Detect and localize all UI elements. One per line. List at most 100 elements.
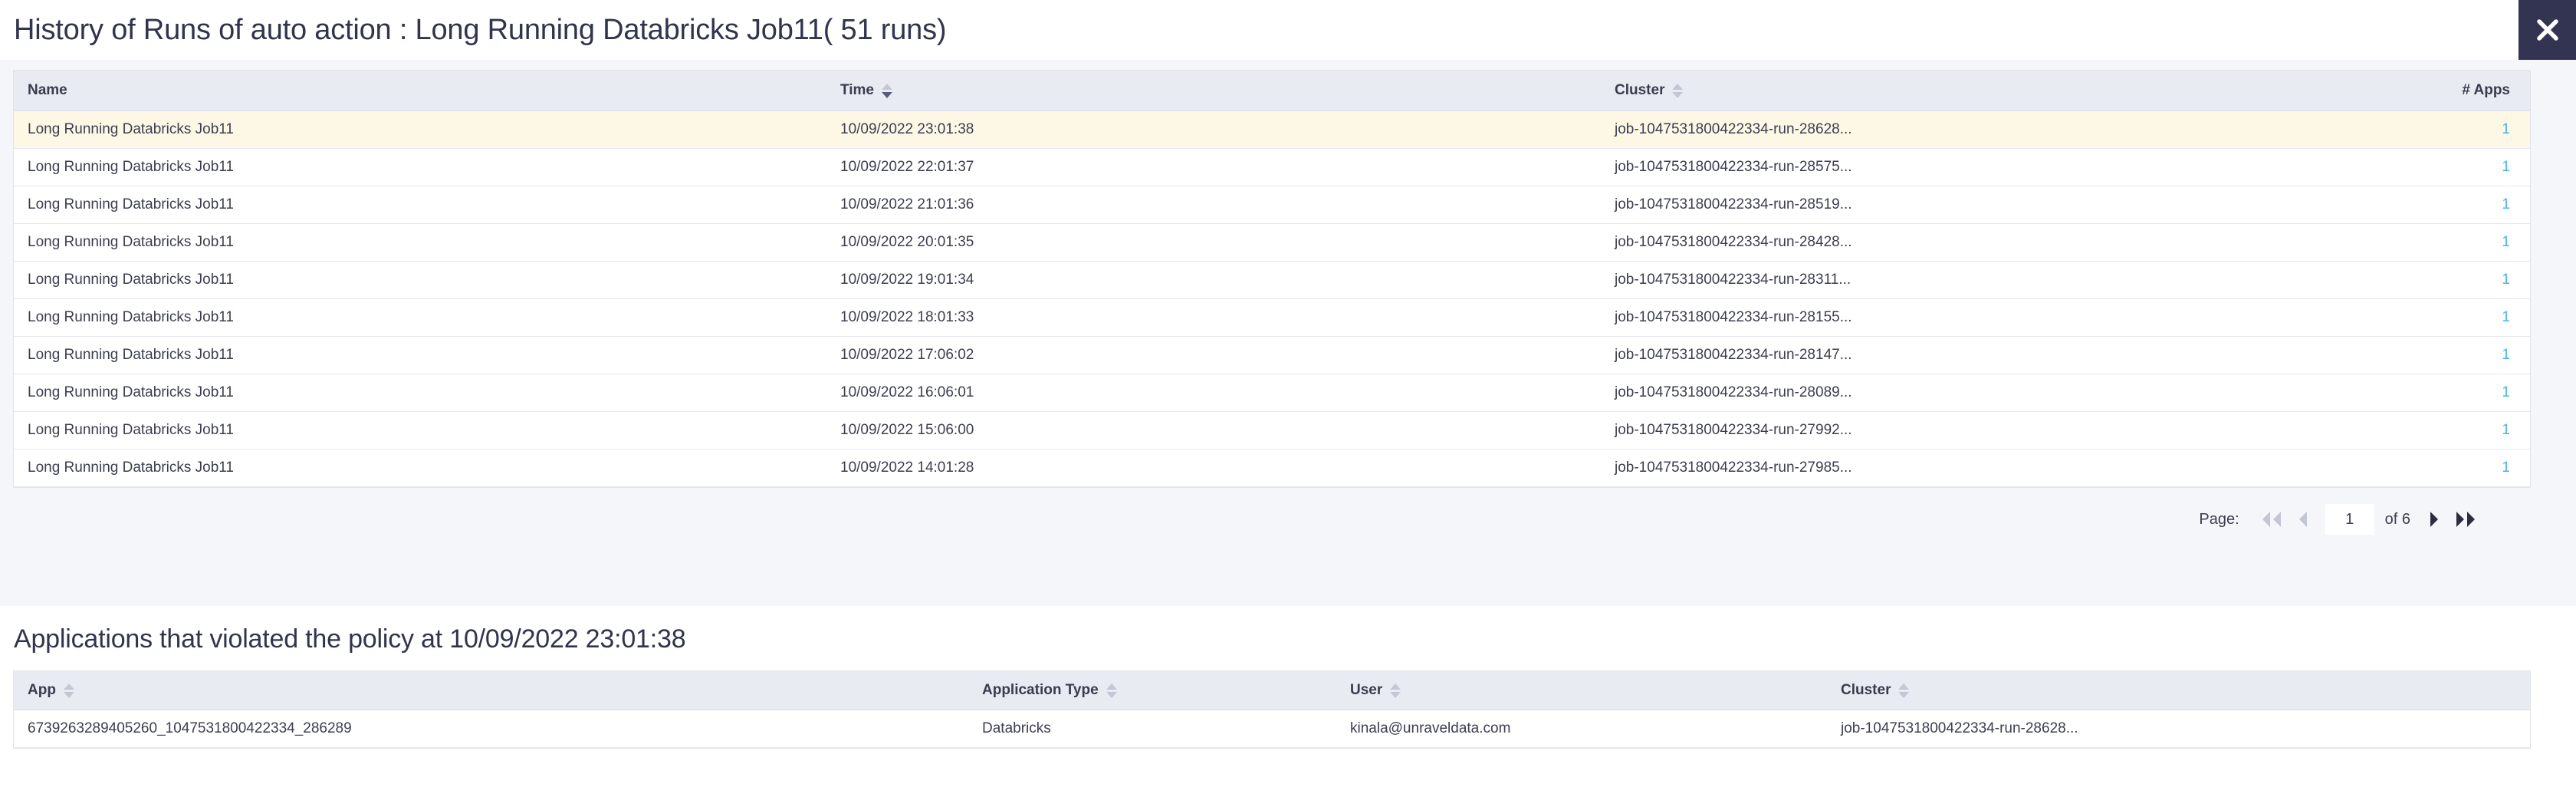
section-title: Applications that violated the policy at… [14,624,686,654]
cell-application-type: Databricks [968,710,1336,748]
column-header-apps-cluster[interactable]: Cluster [1827,671,2530,710]
run-history-dialog: History of Runs of auto action : Long Ru… [0,0,2576,606]
column-header-user[interactable]: User [1336,671,1827,710]
sort-icon-user[interactable] [1390,683,1401,698]
page-title: History of Runs of auto action : Long Ru… [14,13,947,46]
column-header-apps-label: # Apps [2462,82,2510,98]
table-row[interactable]: Long Running Databricks Job11 10/09/2022… [14,374,2530,412]
cell-apps: 1 [2260,110,2530,149]
double-chevron-right-icon [2454,510,2477,529]
chevron-right-icon [2428,510,2440,529]
prev-page-button[interactable] [2290,510,2316,529]
cell-apps: 1 [2260,411,2530,450]
column-header-time-label: Time [840,82,875,98]
column-header-name-label: Name [28,82,67,98]
cell-time: 10/09/2022 22:01:37 [826,148,1601,186]
sort-icon-time[interactable] [882,83,893,98]
apps-count-link[interactable]: 1 [2502,159,2510,175]
cell-time: 10/09/2022 20:01:35 [826,223,1601,262]
cell-time: 10/09/2022 18:01:33 [826,298,1601,337]
cell-cluster: job-1047531800422334-run-28628... [1601,110,2260,149]
sort-icon-app[interactable] [63,683,74,698]
table-row[interactable]: 6739263289405260_1047531800422334_286289… [14,710,2530,748]
cell-name: Long Running Databricks Job11 [14,411,826,450]
cell-time: 10/09/2022 19:01:34 [826,261,1601,299]
apps-table-area: App Application Type User Cluster 673926… [0,654,2576,748]
cell-name: Long Running Databricks Job11 [14,110,826,149]
column-header-application-type[interactable]: Application Type [968,671,1336,710]
page-number-input[interactable] [2325,504,2374,535]
sort-icon-application-type[interactable] [1106,683,1117,698]
cell-time: 10/09/2022 17:06:02 [826,336,1601,374]
pagination: Page: of 6 [14,487,2530,535]
runs-table-area: Name Time Cluster # Apps Long Running Da… [0,60,2576,606]
cell-user: kinala@unraveldata.com [1336,710,1827,748]
column-header-app-label: App [28,682,56,698]
column-header-application-type-label: Application Type [982,682,1099,698]
apps-count-link[interactable]: 1 [2502,121,2510,137]
table-row[interactable]: Long Running Databricks Job11 10/09/2022… [14,449,2530,487]
cell-cluster: job-1047531800422334-run-28519... [1601,186,2260,224]
next-page-button[interactable] [2421,510,2447,529]
table-row[interactable]: Long Running Databricks Job11 10/09/2022… [14,336,2530,374]
cell-cluster: job-1047531800422334-run-27992... [1601,411,2260,450]
apps-table-body: 6739263289405260_1047531800422334_286289… [14,710,2530,748]
cell-cluster: job-1047531800422334-run-28428... [1601,223,2260,262]
table-row[interactable]: Long Running Databricks Job11 10/09/2022… [14,148,2530,186]
table-row[interactable]: Long Running Databricks Job11 10/09/2022… [14,110,2530,149]
apps-count-link[interactable]: 1 [2502,309,2510,325]
applications-table: App Application Type User Cluster 673926… [14,671,2530,748]
chevron-left-icon [2297,510,2309,529]
cell-apps: 1 [2260,336,2530,374]
violating-applications-section: Applications that violated the policy at… [0,606,2576,807]
first-page-button[interactable] [2253,510,2290,529]
cell-cluster: job-1047531800422334-run-28575... [1601,148,2260,186]
cell-apps: 1 [2260,449,2530,487]
cell-name: Long Running Databricks Job11 [14,336,826,374]
runs-table-header-row: Name Time Cluster # Apps [14,71,2530,111]
cell-name: Long Running Databricks Job11 [14,261,826,299]
runs-table: Name Time Cluster # Apps Long Running Da… [14,71,2530,487]
cell-apps: 1 [2260,374,2530,412]
cell-time: 10/09/2022 14:01:28 [826,449,1601,487]
apps-count-link[interactable]: 1 [2502,234,2510,250]
apps-count-link[interactable]: 1 [2502,422,2510,438]
cell-cluster: job-1047531800422334-run-28147... [1601,336,2260,374]
table-row[interactable]: Long Running Databricks Job11 10/09/2022… [14,223,2530,262]
cell-apps: 1 [2260,186,2530,224]
column-header-cluster-label: Cluster [1615,82,1665,98]
cell-cluster: job-1047531800422334-run-28628... [1827,710,2530,748]
cell-name: Long Running Databricks Job11 [14,186,826,224]
cell-cluster: job-1047531800422334-run-28089... [1601,374,2260,412]
double-chevron-left-icon [2260,510,2283,529]
apps-count-link[interactable]: 1 [2502,347,2510,363]
sort-icon-cluster[interactable] [1672,83,1684,98]
cell-name: Long Running Databricks Job11 [14,298,826,337]
table-row[interactable]: Long Running Databricks Job11 10/09/2022… [14,298,2530,337]
column-header-apps[interactable]: # Apps [2260,71,2530,111]
close-dialog-button[interactable] [2518,0,2576,60]
table-row[interactable]: Long Running Databricks Job11 10/09/2022… [14,411,2530,450]
cell-cluster: job-1047531800422334-run-28311... [1601,261,2260,299]
page-total-label: of 6 [2384,510,2410,528]
apps-count-link[interactable]: 1 [2502,196,2510,212]
cell-name: Long Running Databricks Job11 [14,223,826,262]
column-header-time[interactable]: Time [826,71,1601,111]
column-header-cluster[interactable]: Cluster [1601,71,2260,111]
apps-count-link[interactable]: 1 [2502,272,2510,288]
cell-time: 10/09/2022 21:01:36 [826,186,1601,224]
cell-apps: 1 [2260,261,2530,299]
apps-count-link[interactable]: 1 [2502,384,2510,400]
cell-time: 10/09/2022 15:06:00 [826,411,1601,450]
column-header-name[interactable]: Name [14,71,826,111]
table-row[interactable]: Long Running Databricks Job11 10/09/2022… [14,261,2530,299]
last-page-button[interactable] [2447,510,2484,529]
cell-time: 10/09/2022 23:01:38 [826,110,1601,149]
column-header-app[interactable]: App [14,671,968,710]
pagination-label: Page: [2199,510,2239,528]
apps-count-link[interactable]: 1 [2502,459,2510,476]
sort-icon-apps-cluster[interactable] [1898,683,1910,698]
table-row[interactable]: Long Running Databricks Job11 10/09/2022… [14,186,2530,224]
cell-apps: 1 [2260,223,2530,262]
cell-apps: 1 [2260,298,2530,337]
